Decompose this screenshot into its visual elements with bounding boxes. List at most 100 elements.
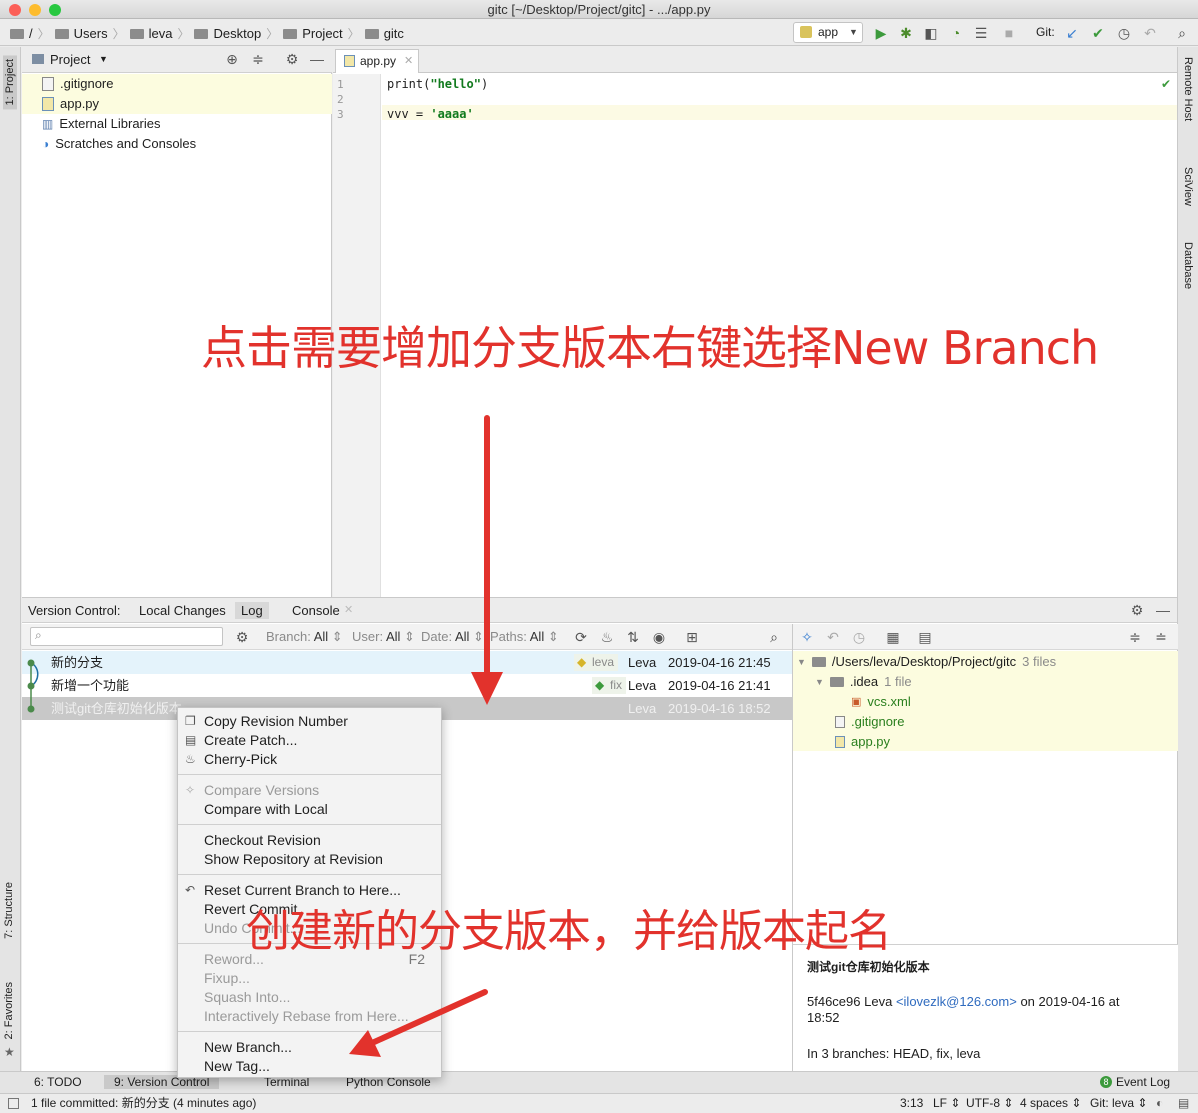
python-icon — [800, 26, 812, 38]
menu-item-cherry-pick[interactable]: ♨ Cherry-Pick — [178, 750, 441, 769]
tab-sciview[interactable]: SciView — [1182, 167, 1194, 206]
breadcrumb-gitc[interactable]: gitc — [384, 26, 404, 41]
run-config-select[interactable]: app ▼ — [793, 22, 863, 43]
menu-item-new-tag[interactable]: New Tag... — [178, 1057, 441, 1076]
debug-icon[interactable]: ✱ — [898, 25, 914, 41]
menu-item-create-patch[interactable]: ▤ Create Patch... — [178, 731, 441, 750]
hide-icon[interactable]: — — [309, 51, 325, 67]
refresh-icon[interactable]: ⟳ — [573, 629, 589, 645]
file-encoding[interactable]: UTF-8 ⇕ — [966, 1094, 1013, 1113]
log-row[interactable]: 新增一个功能 ◆ fix Leva 2019-04-16 21:41 — [22, 674, 792, 697]
changes-root[interactable]: ▼/Users/leva/Desktop/Project/gitc 3 files — [797, 652, 1056, 672]
changed-file[interactable]: .gitignore — [835, 712, 904, 732]
hide-icon[interactable]: — — [1155, 602, 1171, 618]
menu-item-copy-revision[interactable]: ❐ Copy Revision Number — [178, 712, 441, 731]
log-search-input[interactable]: ⌕ — [30, 627, 223, 646]
sort-icon[interactable]: ⇅ — [625, 629, 641, 645]
gear-icon[interactable]: ⚙ — [234, 629, 250, 645]
close-window-button[interactable] — [9, 4, 21, 16]
menu-item-squash[interactable]: Squash Into... — [178, 988, 441, 1007]
chevron-down-icon[interactable]: ▼ — [99, 54, 108, 64]
tab-local-changes[interactable]: Local Changes — [133, 602, 232, 619]
cherry-pick-icon[interactable]: ♨ — [599, 629, 615, 645]
tree-item-app-py[interactable]: app.py — [22, 94, 332, 114]
tree-item-scratches[interactable]: ◑ Scratches and Consoles — [22, 134, 332, 154]
gear-icon[interactable]: ⚙ — [284, 51, 300, 67]
locate-icon[interactable]: ⊕ — [224, 51, 240, 67]
layout-icon[interactable]: ▤ — [917, 629, 933, 645]
history-icon[interactable]: ◷ — [1116, 25, 1132, 41]
menu-item-interactive-rebase[interactable]: Interactively Rebase from Here... — [178, 1007, 441, 1026]
minimize-window-button[interactable] — [29, 4, 41, 16]
menu-item-fixup[interactable]: Fixup... — [178, 969, 441, 988]
filter-user[interactable]: User: All ⇕ — [352, 629, 415, 645]
collapse-all-icon[interactable]: ≐ — [1153, 629, 1169, 645]
log-row[interactable]: 新的分支 ◆ leva Leva 2019-04-16 21:45 — [22, 651, 792, 674]
coverage-icon[interactable]: ◧ — [923, 25, 939, 41]
menu-item-show-repository[interactable]: Show Repository at Revision — [178, 850, 441, 869]
changed-file[interactable]: ▣ vcs.xml — [851, 692, 911, 712]
history-icon[interactable]: ◷ — [851, 629, 867, 645]
concurrency-icon[interactable]: ☰ — [973, 25, 989, 41]
breadcrumb-users[interactable]: Users — [74, 26, 108, 41]
tab-todo[interactable]: 6: TODO — [34, 1075, 82, 1089]
group-by-icon[interactable]: ▦ — [885, 629, 901, 645]
tab-project-tool[interactable]: 1: Project — [3, 55, 17, 110]
indent-setting[interactable]: 4 spaces ⇕ — [1020, 1094, 1081, 1113]
close-icon[interactable]: ✕ — [404, 50, 413, 72]
filter-branch[interactable]: Branch: All ⇕ — [266, 629, 343, 645]
changed-file[interactable]: app.py — [835, 732, 890, 752]
menu-item-compare-versions[interactable]: ✧ Compare Versions — [178, 781, 441, 800]
new-tab-icon[interactable]: ⊞ — [684, 629, 700, 645]
stop-icon[interactable]: ■ — [1001, 25, 1017, 41]
caret-position[interactable]: 3:13 — [900, 1094, 923, 1113]
git-branch-widget[interactable]: Git: leva ⇕ — [1090, 1094, 1147, 1113]
tab-log[interactable]: Log — [235, 602, 269, 619]
tab-favorites-tool[interactable]: 2: Favorites — [3, 982, 15, 1039]
zoom-window-button[interactable] — [49, 4, 61, 16]
project-view-select[interactable]: Project — [50, 52, 90, 67]
commit-message: 测试git仓库初始化版本 — [51, 701, 182, 716]
search-everywhere-icon[interactable]: ⌕ — [1174, 25, 1190, 41]
tree-item-gitignore[interactable]: .gitignore — [22, 74, 332, 94]
search-icon[interactable]: ⌕ — [766, 629, 782, 645]
tab-app-py[interactable]: app.py ✕ — [335, 49, 419, 73]
update-project-icon[interactable]: ↙ — [1064, 25, 1080, 41]
close-icon[interactable]: ✕ — [344, 603, 353, 616]
git-label: Git: — [1036, 25, 1055, 39]
profile-icon[interactable]: ◔ — [948, 25, 964, 41]
tab-structure-tool[interactable]: 7: Structure — [3, 882, 15, 939]
tab-console[interactable]: Console — [286, 602, 346, 619]
breadcrumb-desktop[interactable]: Desktop — [213, 26, 261, 41]
eye-icon[interactable]: ◉ — [651, 629, 667, 645]
tab-remote-host[interactable]: Remote Host — [1182, 57, 1194, 121]
toggle-tool-windows-icon[interactable] — [8, 1098, 19, 1109]
code-line-3[interactable]: vvv = 'aaaa' — [387, 107, 474, 121]
memory-icon[interactable]: ▤ — [1178, 1094, 1189, 1113]
menu-item-new-branch[interactable]: New Branch... — [178, 1038, 441, 1057]
inspector-icon[interactable]: ◐ — [1156, 1094, 1163, 1113]
menu-item-compare-local[interactable]: Compare with Local — [178, 800, 441, 819]
collapse-all-icon[interactable]: ≑ — [250, 51, 266, 67]
gear-icon[interactable]: ⚙ — [1129, 602, 1145, 618]
event-log-button[interactable]: Event Log — [1116, 1075, 1170, 1089]
author-email-link[interactable]: <ilovezlk@126.com> — [896, 994, 1017, 1009]
diff-icon[interactable]: ✧ — [799, 629, 815, 645]
line-separator[interactable]: LF ⇕ — [933, 1094, 960, 1113]
breadcrumb-root[interactable]: / — [29, 26, 33, 41]
scratches-icon: ◑ — [42, 137, 50, 151]
code-line-1[interactable]: print("hello") — [387, 77, 488, 91]
changes-folder-idea[interactable]: ▼ .idea 1 file — [815, 672, 912, 692]
breadcrumb-leva[interactable]: leva — [149, 26, 173, 41]
commit-icon[interactable]: ✔ — [1090, 25, 1106, 41]
filter-paths[interactable]: Paths: All ⇕ — [490, 629, 559, 645]
menu-item-checkout-revision[interactable]: Checkout Revision — [178, 831, 441, 850]
rollback-icon[interactable]: ↶ — [1142, 25, 1158, 41]
tab-database[interactable]: Database — [1182, 242, 1194, 289]
revert-icon[interactable]: ↶ — [825, 629, 841, 645]
expand-all-icon[interactable]: ≑ — [1127, 629, 1143, 645]
breadcrumb-project[interactable]: Project — [302, 26, 342, 41]
tree-item-external-libraries[interactable]: ▥ External Libraries — [22, 114, 332, 134]
run-icon[interactable]: ▶ — [873, 25, 889, 41]
filter-date[interactable]: Date: All ⇕ — [421, 629, 484, 645]
